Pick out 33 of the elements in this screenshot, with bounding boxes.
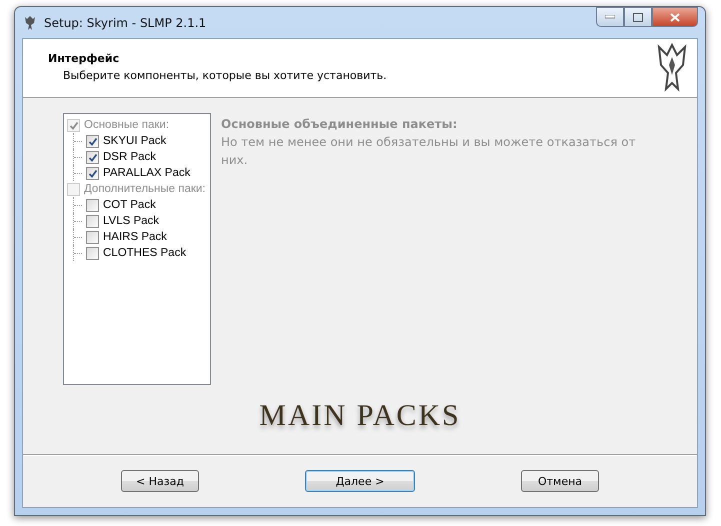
checkbox[interactable] bbox=[86, 150, 99, 164]
checkbox[interactable] bbox=[86, 246, 99, 260]
wizard-button[interactable]: Отмена bbox=[521, 470, 599, 492]
tree-item-label[interactable]: PARALLAX Pack bbox=[103, 167, 190, 179]
maximize-icon bbox=[633, 12, 643, 22]
checkbox[interactable] bbox=[86, 198, 99, 212]
tree-item-label[interactable]: CLOTHES Pack bbox=[103, 247, 186, 259]
checkbox[interactable] bbox=[67, 182, 80, 196]
close-icon bbox=[670, 12, 680, 22]
checkbox[interactable] bbox=[86, 134, 99, 148]
page-title: Интерфейс bbox=[48, 52, 120, 65]
wizard-button[interactable]: Далее > bbox=[305, 470, 415, 492]
checkbox[interactable] bbox=[86, 230, 99, 244]
minimize-button[interactable] bbox=[596, 7, 624, 27]
page-subtitle: Выберите компоненты, которые вы хотите установить. bbox=[63, 69, 387, 82]
banner-title: MAIN PACKS bbox=[259, 399, 461, 433]
dragon-emblem-icon bbox=[657, 43, 687, 93]
tree-item-label[interactable]: COT Pack bbox=[103, 199, 156, 211]
checkbox[interactable] bbox=[86, 214, 99, 228]
tree-item-label[interactable]: DSR Pack bbox=[103, 151, 156, 163]
wizard-button[interactable]: < Назад bbox=[121, 470, 199, 492]
dragon-emblem-icon bbox=[24, 14, 36, 30]
tree-item-label[interactable]: SKYUI Pack bbox=[103, 135, 166, 147]
maximize-button[interactable] bbox=[624, 7, 652, 27]
window-title: Setup: Skyrim - SLMP 2.1.1 bbox=[44, 16, 206, 30]
minimize-icon bbox=[605, 15, 615, 19]
checkbox[interactable] bbox=[67, 118, 80, 132]
description-title: Основные объединенные пакеты: bbox=[221, 116, 458, 133]
description-text: Но тем не менее они не обязательны и вы можете отказаться от них. bbox=[221, 134, 637, 169]
tree-item-label[interactable]: HAIRS Pack bbox=[103, 231, 167, 243]
checkbox[interactable] bbox=[86, 166, 99, 180]
tree-item-label[interactable]: LVLS Pack bbox=[103, 215, 160, 227]
close-button[interactable] bbox=[652, 7, 698, 27]
